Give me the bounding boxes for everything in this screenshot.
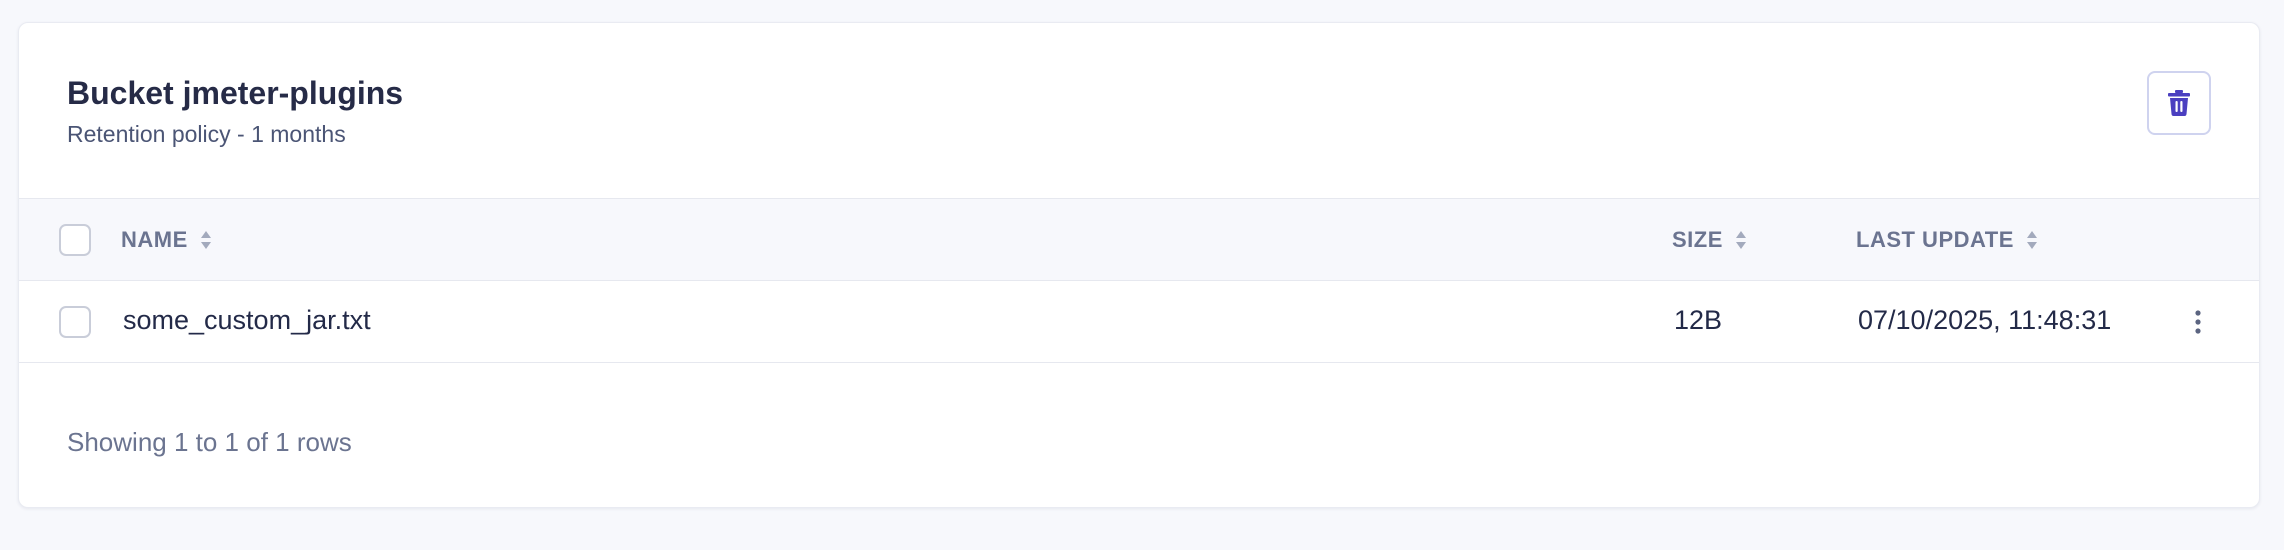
select-all-checkbox[interactable] bbox=[59, 224, 91, 256]
column-header-last-update-label: LAST UPDATE bbox=[1856, 227, 2014, 252]
file-size-cell: 12B bbox=[1674, 305, 1723, 335]
column-header-name[interactable]: NAME bbox=[121, 227, 212, 253]
file-name-cell[interactable]: some_custom_jar.txt bbox=[123, 305, 371, 336]
table-header: NAME SIZE LAST UPDATE bbox=[19, 199, 2259, 281]
row-checkbox[interactable] bbox=[59, 306, 91, 338]
more-vertical-icon bbox=[2195, 310, 2201, 334]
column-header-size[interactable]: SIZE bbox=[1672, 227, 1747, 253]
row-actions-button[interactable] bbox=[2191, 307, 2205, 337]
trash-icon bbox=[2168, 90, 2190, 116]
column-header-size-label: SIZE bbox=[1672, 227, 1723, 252]
bucket-card: Bucket jmeter-plugins Retention policy -… bbox=[18, 22, 2260, 508]
page-title: Bucket jmeter-plugins bbox=[67, 75, 404, 111]
card-header: Bucket jmeter-plugins Retention policy -… bbox=[19, 23, 2259, 199]
column-header-last-update[interactable]: LAST UPDATE bbox=[1856, 227, 2038, 253]
sort-icon bbox=[200, 231, 211, 249]
delete-bucket-button[interactable] bbox=[2147, 71, 2211, 135]
table-row[interactable]: some_custom_jar.txt 12B 07/10/2025, 11:4… bbox=[19, 281, 2259, 363]
retention-policy-text: Retention policy - 1 months bbox=[67, 121, 346, 147]
pagination-summary: Showing 1 to 1 of 1 rows bbox=[67, 427, 352, 457]
column-header-name-label: NAME bbox=[121, 227, 188, 252]
last-update-cell: 07/10/2025, 11:48:31 bbox=[1858, 305, 2112, 335]
sort-icon bbox=[2026, 231, 2037, 249]
sort-icon bbox=[1735, 231, 1746, 249]
